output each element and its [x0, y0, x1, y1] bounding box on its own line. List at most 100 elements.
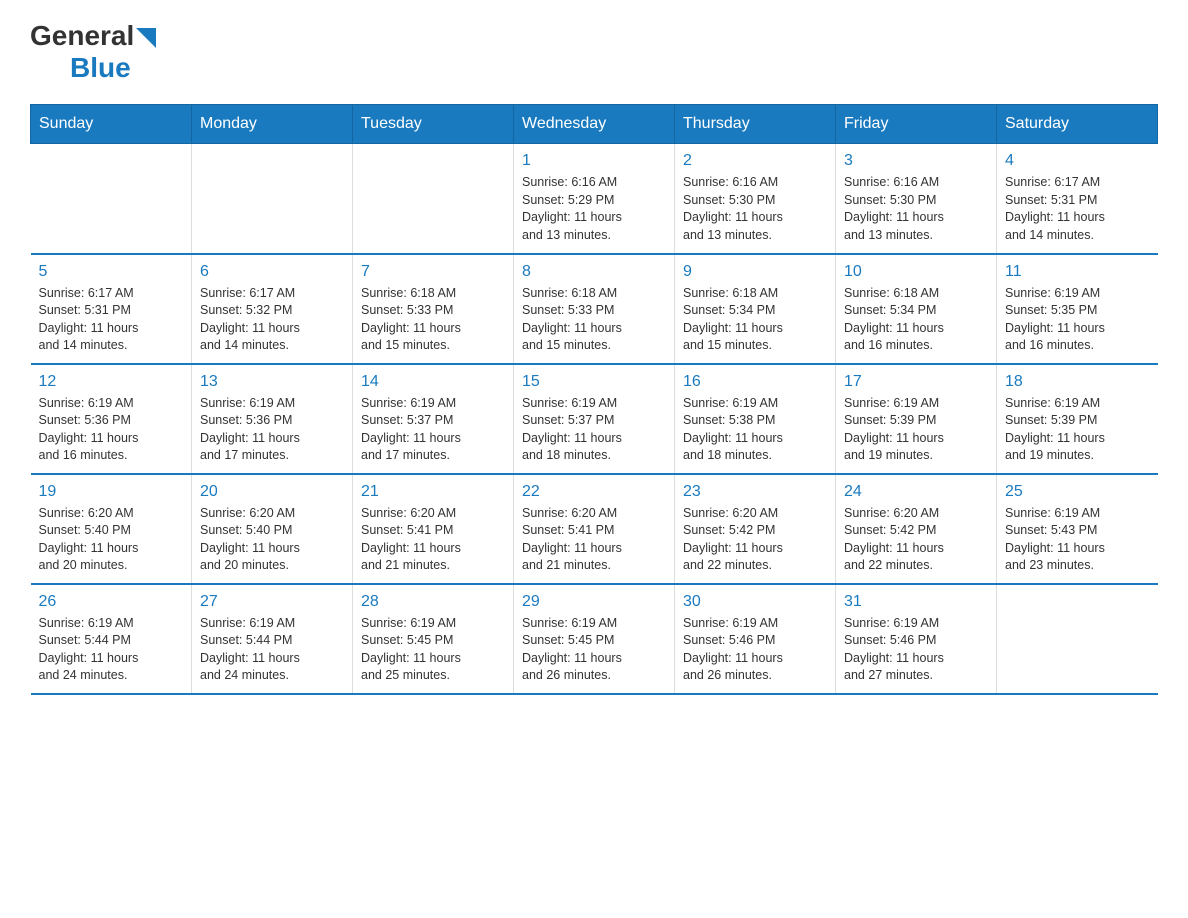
calendar-week-row: 26 Sunrise: 6:19 AM Sunset: 5:44 PM Dayli…: [31, 584, 1158, 694]
calendar-cell: 27Sunrise: 6:19 AM Sunset: 5:44 PM Dayli…: [192, 584, 353, 694]
calendar-cell: 30Sunrise: 6:19 AM Sunset: 5:46 PM Dayli…: [675, 584, 836, 694]
day-number: 8: [522, 263, 666, 281]
calendar-cell: 10 Sunrise: 6:18 AM Sunset: 5:34 PM Dayli…: [836, 254, 997, 364]
day-info: Sunrise: 6:16 AM Sunset: 5:30 PM Dayligh…: [683, 174, 827, 244]
day-info: Sunrise: 6:18 AM Sunset: 5:34 PM Dayligh…: [844, 285, 988, 355]
page-header: GeneralBlue: [30, 20, 1158, 84]
day-number: 13: [200, 373, 344, 391]
calendar-week-row: 1 Sunrise: 6:16 AM Sunset: 5:29 PM Daylig…: [31, 144, 1158, 254]
day-number: 18: [1005, 373, 1150, 391]
day-number: 10: [844, 263, 988, 281]
day-number: 11: [1005, 263, 1150, 281]
calendar-week-row: 5Sunrise: 6:17 AM Sunset: 5:31 PM Daylig…: [31, 254, 1158, 364]
day-number: 2: [683, 152, 827, 170]
calendar-cell: 5Sunrise: 6:17 AM Sunset: 5:31 PM Daylig…: [31, 254, 192, 364]
day-info: Sunrise: 6:18 AM Sunset: 5:33 PM Dayligh…: [361, 285, 505, 355]
day-number: 28: [361, 593, 505, 611]
weekday-header-friday: Friday: [836, 105, 997, 144]
logo-blue-text: Blue: [70, 52, 131, 83]
day-number: 14: [361, 373, 505, 391]
day-info: Sunrise: 6:19 AM Sunset: 5:44 PM Dayligh…: [39, 615, 184, 685]
calendar-cell: [997, 584, 1158, 694]
logo: GeneralBlue: [30, 20, 156, 84]
calendar-cell: 6Sunrise: 6:17 AM Sunset: 5:32 PM Daylig…: [192, 254, 353, 364]
logo-arrow-icon: [136, 28, 156, 48]
day-number: 20: [200, 483, 344, 501]
day-info: Sunrise: 6:19 AM Sunset: 5:45 PM Dayligh…: [522, 615, 666, 685]
calendar-cell: 9 Sunrise: 6:18 AM Sunset: 5:34 PM Daylig…: [675, 254, 836, 364]
day-number: 30: [683, 593, 827, 611]
day-number: 3: [844, 152, 988, 170]
calendar-cell: 28 Sunrise: 6:19 AM Sunset: 5:45 PM Dayli…: [353, 584, 514, 694]
day-number: 15: [522, 373, 666, 391]
day-number: 19: [39, 483, 184, 501]
calendar-cell: 12 Sunrise: 6:19 AM Sunset: 5:36 PM Dayli…: [31, 364, 192, 474]
calendar-table: SundayMondayTuesdayWednesdayThursdayFrid…: [30, 104, 1158, 695]
day-number: 25: [1005, 483, 1150, 501]
day-number: 26: [39, 593, 184, 611]
day-info: Sunrise: 6:19 AM Sunset: 5:37 PM Dayligh…: [522, 395, 666, 465]
day-number: 4: [1005, 152, 1150, 170]
day-number: 9: [683, 263, 827, 281]
day-info: Sunrise: 6:19 AM Sunset: 5:35 PM Dayligh…: [1005, 285, 1150, 355]
calendar-cell: 17 Sunrise: 6:19 AM Sunset: 5:39 PM Dayli…: [836, 364, 997, 474]
day-number: 12: [39, 373, 184, 391]
day-info: Sunrise: 6:19 AM Sunset: 5:39 PM Dayligh…: [1005, 395, 1150, 465]
day-info: Sunrise: 6:19 AM Sunset: 5:37 PM Dayligh…: [361, 395, 505, 465]
calendar-week-row: 12 Sunrise: 6:19 AM Sunset: 5:36 PM Dayli…: [31, 364, 1158, 474]
calendar-cell: 7 Sunrise: 6:18 AM Sunset: 5:33 PM Daylig…: [353, 254, 514, 364]
day-info: Sunrise: 6:17 AM Sunset: 5:31 PM Dayligh…: [39, 285, 184, 355]
weekday-header-sunday: Sunday: [31, 105, 192, 144]
calendar-cell: 20Sunrise: 6:20 AM Sunset: 5:40 PM Dayli…: [192, 474, 353, 584]
day-info: Sunrise: 6:20 AM Sunset: 5:41 PM Dayligh…: [522, 505, 666, 575]
day-number: 31: [844, 593, 988, 611]
calendar-cell: 31Sunrise: 6:19 AM Sunset: 5:46 PM Dayli…: [836, 584, 997, 694]
calendar-cell: 29 Sunrise: 6:19 AM Sunset: 5:45 PM Dayli…: [514, 584, 675, 694]
weekday-header-saturday: Saturday: [997, 105, 1158, 144]
logo-general-text: General: [30, 20, 134, 52]
calendar-cell: 19 Sunrise: 6:20 AM Sunset: 5:40 PM Dayli…: [31, 474, 192, 584]
day-info: Sunrise: 6:19 AM Sunset: 5:38 PM Dayligh…: [683, 395, 827, 465]
calendar-week-row: 19 Sunrise: 6:20 AM Sunset: 5:40 PM Dayli…: [31, 474, 1158, 584]
day-info: Sunrise: 6:19 AM Sunset: 5:43 PM Dayligh…: [1005, 505, 1150, 575]
day-info: Sunrise: 6:17 AM Sunset: 5:31 PM Dayligh…: [1005, 174, 1150, 244]
calendar-cell: 14 Sunrise: 6:19 AM Sunset: 5:37 PM Dayli…: [353, 364, 514, 474]
day-number: 24: [844, 483, 988, 501]
calendar-header-row: SundayMondayTuesdayWednesdayThursdayFrid…: [31, 105, 1158, 144]
day-number: 7: [361, 263, 505, 281]
day-info: Sunrise: 6:18 AM Sunset: 5:33 PM Dayligh…: [522, 285, 666, 355]
calendar-cell: [31, 144, 192, 254]
calendar-cell: 25 Sunrise: 6:19 AM Sunset: 5:43 PM Dayli…: [997, 474, 1158, 584]
day-info: Sunrise: 6:16 AM Sunset: 5:29 PM Dayligh…: [522, 174, 666, 244]
calendar-cell: 2 Sunrise: 6:16 AM Sunset: 5:30 PM Daylig…: [675, 144, 836, 254]
calendar-cell: 18 Sunrise: 6:19 AM Sunset: 5:39 PM Dayli…: [997, 364, 1158, 474]
calendar-cell: 8 Sunrise: 6:18 AM Sunset: 5:33 PM Daylig…: [514, 254, 675, 364]
calendar-cell: 13Sunrise: 6:19 AM Sunset: 5:36 PM Dayli…: [192, 364, 353, 474]
calendar-cell: 24 Sunrise: 6:20 AM Sunset: 5:42 PM Dayli…: [836, 474, 997, 584]
weekday-header-wednesday: Wednesday: [514, 105, 675, 144]
calendar-cell: [192, 144, 353, 254]
weekday-header-monday: Monday: [192, 105, 353, 144]
day-info: Sunrise: 6:18 AM Sunset: 5:34 PM Dayligh…: [683, 285, 827, 355]
day-number: 21: [361, 483, 505, 501]
day-info: Sunrise: 6:20 AM Sunset: 5:42 PM Dayligh…: [844, 505, 988, 575]
day-info: Sunrise: 6:19 AM Sunset: 5:39 PM Dayligh…: [844, 395, 988, 465]
day-info: Sunrise: 6:19 AM Sunset: 5:45 PM Dayligh…: [361, 615, 505, 685]
day-number: 17: [844, 373, 988, 391]
day-info: Sunrise: 6:19 AM Sunset: 5:36 PM Dayligh…: [39, 395, 184, 465]
calendar-cell: 26 Sunrise: 6:19 AM Sunset: 5:44 PM Dayli…: [31, 584, 192, 694]
day-number: 22: [522, 483, 666, 501]
day-info: Sunrise: 6:20 AM Sunset: 5:40 PM Dayligh…: [39, 505, 184, 575]
day-info: Sunrise: 6:16 AM Sunset: 5:30 PM Dayligh…: [844, 174, 988, 244]
day-number: 23: [683, 483, 827, 501]
calendar-cell: 22 Sunrise: 6:20 AM Sunset: 5:41 PM Dayli…: [514, 474, 675, 584]
calendar-cell: [353, 144, 514, 254]
calendar-cell: 15 Sunrise: 6:19 AM Sunset: 5:37 PM Dayli…: [514, 364, 675, 474]
day-info: Sunrise: 6:20 AM Sunset: 5:41 PM Dayligh…: [361, 505, 505, 575]
calendar-cell: 1 Sunrise: 6:16 AM Sunset: 5:29 PM Daylig…: [514, 144, 675, 254]
calendar-cell: 23Sunrise: 6:20 AM Sunset: 5:42 PM Dayli…: [675, 474, 836, 584]
calendar-cell: 21 Sunrise: 6:20 AM Sunset: 5:41 PM Dayli…: [353, 474, 514, 584]
day-number: 29: [522, 593, 666, 611]
calendar-cell: 16Sunrise: 6:19 AM Sunset: 5:38 PM Dayli…: [675, 364, 836, 474]
day-number: 1: [522, 152, 666, 170]
